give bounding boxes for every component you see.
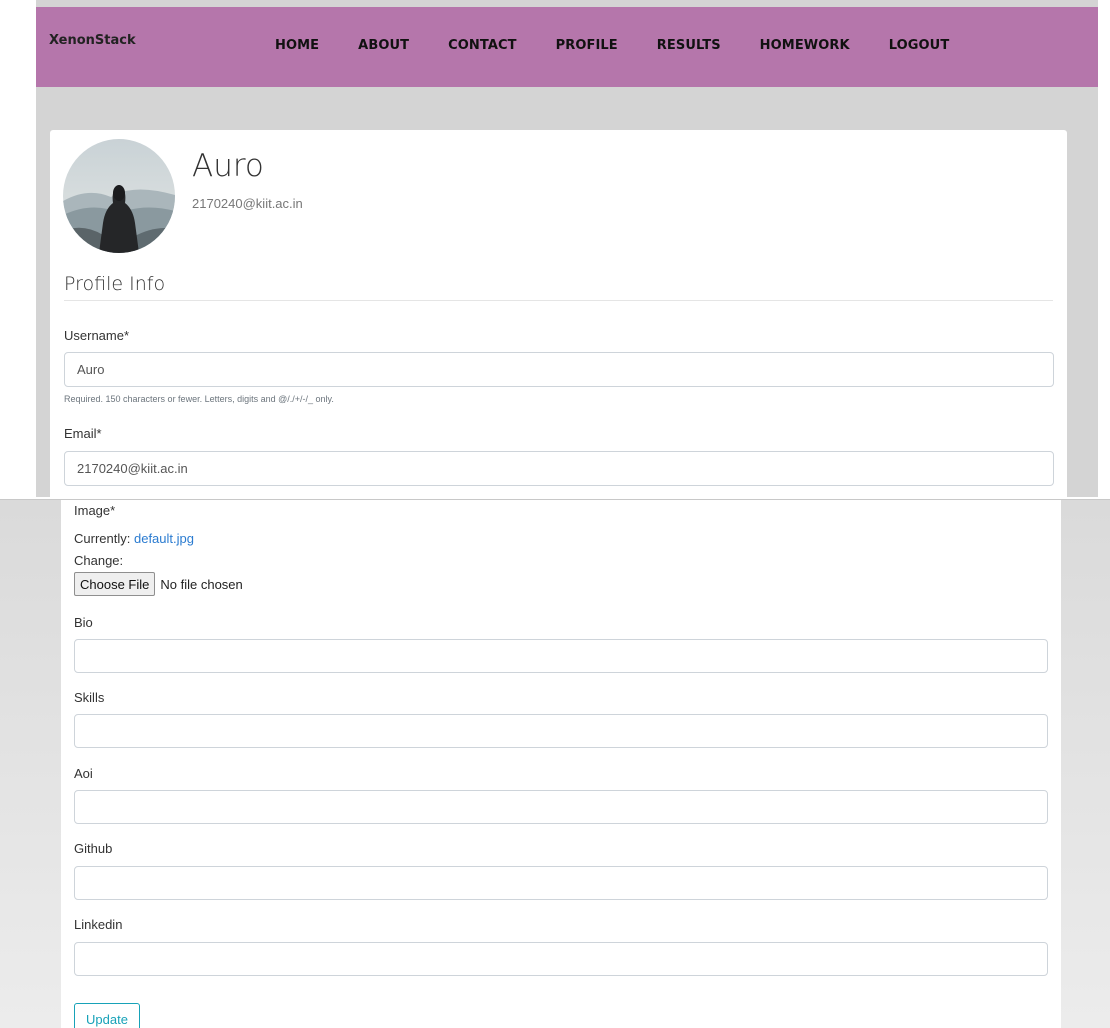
section-title: Profile Info (64, 273, 166, 295)
brand-logo[interactable]: XenonStack (49, 33, 136, 48)
update-button[interactable]: Update (74, 1003, 140, 1028)
avatar (63, 139, 175, 253)
nav-homework[interactable]: HOMEWORK (760, 38, 850, 53)
profile-form-card: Image* Currently: default.jpg Change: Ch… (61, 500, 1061, 1028)
choose-file-button[interactable]: Choose File (74, 572, 156, 596)
aoi-label: Aoi (74, 766, 93, 781)
change-label: Change: (74, 553, 124, 568)
profile-email: 2170240@kiit.ac.in (192, 196, 303, 211)
username-label: Username* (64, 328, 130, 343)
top-screen-region: XenonStack HOME ABOUT CONTACT PROFILE RE… (0, 0, 1110, 497)
profile-name: Auro (192, 148, 264, 184)
email-input[interactable] (64, 451, 1054, 486)
navbar: XenonStack HOME ABOUT CONTACT PROFILE RE… (36, 7, 1098, 87)
profile-card: Auro 2170240@kiit.ac.in Profile Info Use… (50, 130, 1067, 497)
nav-logout[interactable]: LOGOUT (889, 38, 950, 53)
no-file-chosen-text: No file chosen (160, 576, 243, 592)
bottom-screen-region: Image* Currently: default.jpg Change: Ch… (0, 499, 1110, 1028)
aoi-input[interactable] (74, 790, 1048, 824)
bio-input[interactable] (74, 639, 1048, 673)
currently-label: Currently: (74, 531, 131, 546)
nav-results[interactable]: RESULTS (657, 38, 721, 53)
skills-input[interactable] (74, 714, 1048, 748)
linkedin-label: Linkedin (74, 917, 123, 932)
github-label: Github (74, 841, 113, 856)
nav-home[interactable]: HOME (275, 38, 319, 53)
skills-label: Skills (74, 690, 105, 705)
nav-contact[interactable]: CONTACT (448, 38, 517, 53)
nav-profile[interactable]: PROFILE (556, 38, 618, 53)
hooded-figure-icon (63, 139, 175, 253)
username-input[interactable] (64, 352, 1054, 387)
linkedin-input[interactable] (74, 942, 1048, 976)
nav-about[interactable]: ABOUT (358, 38, 409, 53)
nav-links: HOME ABOUT CONTACT PROFILE RESULTS HOMEW… (275, 38, 988, 53)
current-image-link[interactable]: default.jpg (134, 531, 194, 546)
section-divider (64, 300, 1053, 301)
username-help-text: Required. 150 characters or fewer. Lette… (64, 394, 334, 404)
bio-label: Bio (74, 615, 93, 630)
github-input[interactable] (74, 866, 1048, 900)
file-picker: Choose File No file chosen (74, 572, 243, 596)
image-label: Image* (74, 503, 116, 518)
email-label: Email* (64, 426, 102, 441)
current-image-row: Currently: default.jpg (74, 531, 194, 546)
